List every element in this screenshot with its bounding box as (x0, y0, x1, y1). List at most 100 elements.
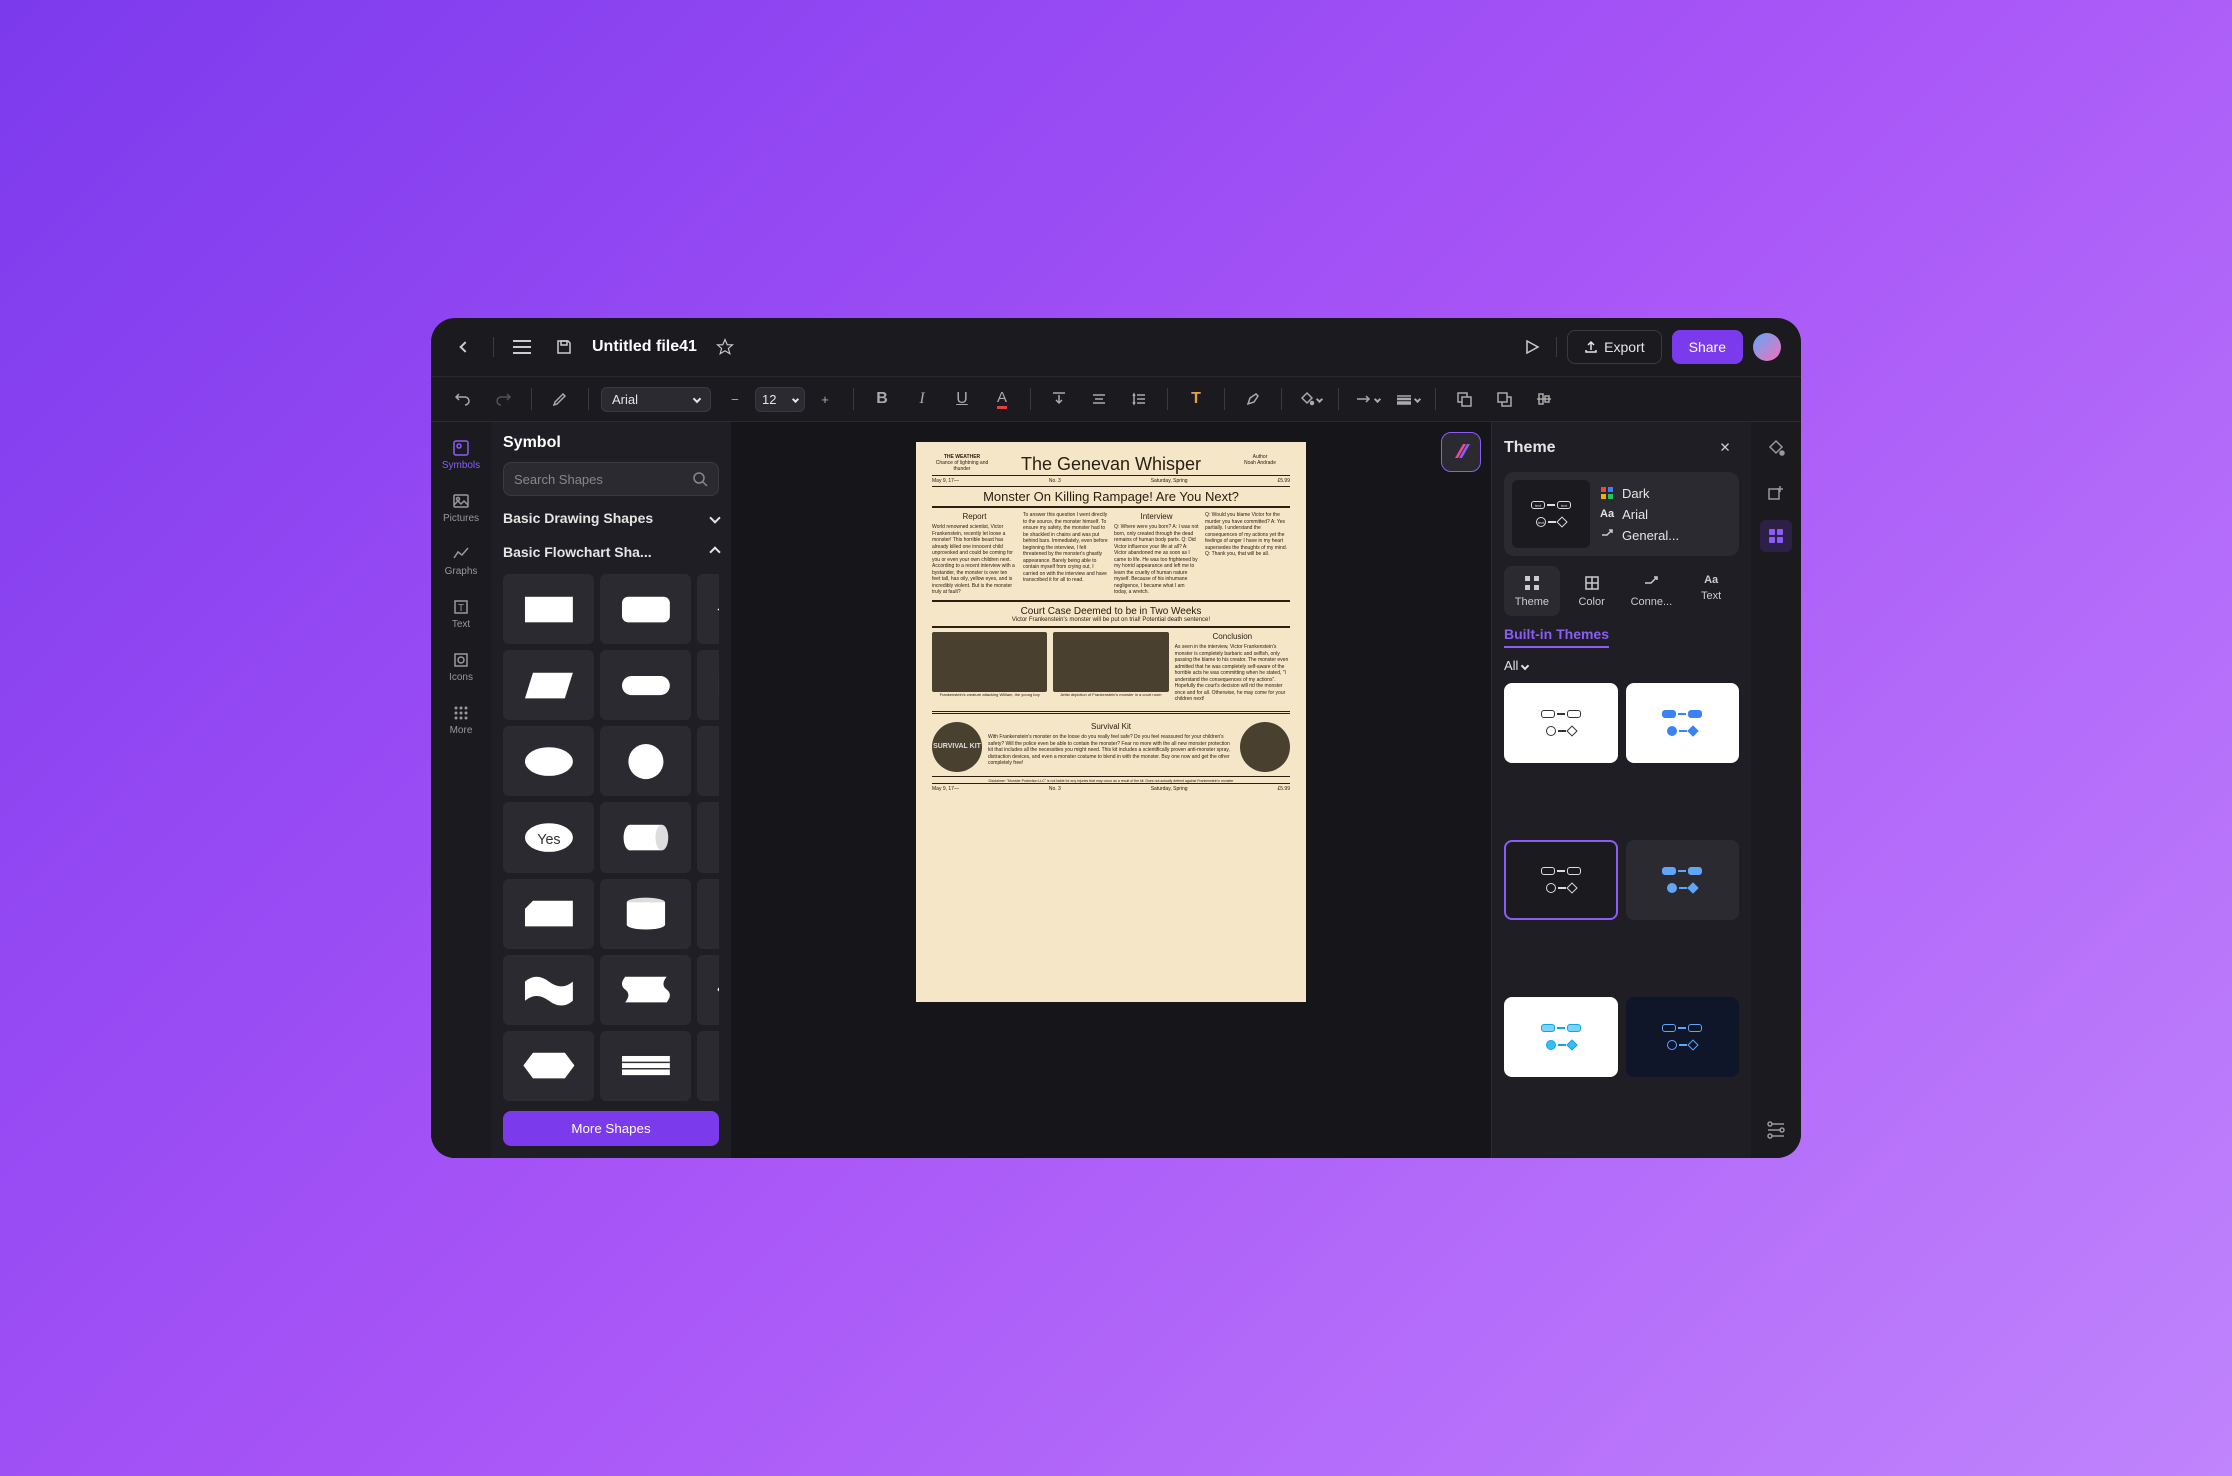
save-icon[interactable] (550, 333, 578, 361)
close-panel-button[interactable]: ✕ (1711, 434, 1739, 462)
shape-preparation[interactable] (503, 1031, 594, 1101)
font-select[interactable]: Arial (601, 387, 711, 412)
category-basic-flowchart[interactable]: Basic Flowchart Sha... (503, 540, 719, 564)
doc-headline: Monster On Killing Rampage! Are You Next… (932, 487, 1290, 508)
line-style-button[interactable] (1391, 383, 1423, 415)
tab-text[interactable]: AaText (1683, 566, 1739, 616)
app-window: Untitled file41 Export Share (431, 318, 1801, 1158)
shape-terminator[interactable] (600, 650, 691, 720)
search-shapes-input[interactable]: Search Shapes (503, 462, 719, 496)
shape-subroutine[interactable] (600, 1031, 691, 1101)
text-tool-button[interactable]: T (1180, 383, 1212, 415)
export-label: Export (1604, 339, 1644, 355)
more-shapes-button[interactable]: More Shapes (503, 1111, 719, 1146)
back-layer-button[interactable] (1488, 383, 1520, 415)
rr-themes[interactable] (1760, 520, 1792, 552)
rail-icons[interactable]: Icons (437, 644, 485, 689)
shape-merge[interactable] (697, 1031, 719, 1101)
theme-connector-prop[interactable]: General... (1600, 528, 1679, 543)
arrow-style-button[interactable] (1351, 383, 1383, 415)
document-page[interactable]: THE WEATHERChance of lightning and thund… (916, 442, 1306, 1002)
theme-color-prop[interactable]: Dark (1600, 486, 1679, 501)
theme-card-3[interactable] (1504, 840, 1618, 920)
shape-person[interactable] (697, 726, 719, 796)
palette-icon (1600, 486, 1614, 500)
font-color-button[interactable]: A (986, 383, 1018, 415)
rr-fill[interactable] (1760, 432, 1792, 464)
star-button[interactable] (711, 333, 739, 361)
rail-pictures[interactable]: Pictures (437, 485, 485, 530)
svg-text:T: T (458, 603, 464, 614)
shape-wave[interactable] (503, 955, 594, 1025)
tab-connector[interactable]: Conne... (1624, 566, 1680, 616)
theme-panel: Theme ✕ texttexttext Dark Aa Arial (1491, 422, 1751, 1158)
shape-parallelogram[interactable] (503, 650, 594, 720)
ai-assistant-button[interactable] (1441, 432, 1481, 472)
chevron-down-icon (709, 512, 720, 523)
shape-ellipse[interactable] (503, 726, 594, 796)
redo-button[interactable] (487, 383, 519, 415)
rail-symbols[interactable]: Symbols (437, 432, 485, 477)
shape-card[interactable] (503, 879, 594, 949)
shape-cylinder-v[interactable] (600, 879, 691, 949)
doc-image-gear (1240, 722, 1290, 772)
shape-decision-yes[interactable]: Yes (503, 802, 594, 872)
shape-tape[interactable] (600, 955, 691, 1025)
doc-image-kit: SURVIVAL KIT (932, 722, 982, 772)
rail-graphs[interactable]: Graphs (437, 538, 485, 583)
symbols-panel: Symbol Search Shapes Basic Drawing Shape… (491, 422, 731, 1158)
svg-text:Yes: Yes (537, 832, 560, 848)
menu-button[interactable] (508, 333, 536, 361)
rail-more[interactable]: More (437, 697, 485, 742)
shape-rect[interactable] (503, 574, 594, 644)
theme-card-4[interactable] (1626, 840, 1740, 920)
italic-button[interactable]: I (906, 383, 938, 415)
play-button[interactable] (1518, 333, 1546, 361)
shape-predefined[interactable] (697, 650, 719, 720)
filename[interactable]: Untitled file41 (592, 338, 697, 356)
theme-card-2[interactable] (1626, 683, 1740, 763)
shape-manual-op[interactable] (697, 879, 719, 949)
canvas[interactable]: THE WEATHERChance of lightning and thund… (731, 422, 1491, 1158)
theme-card-1[interactable] (1504, 683, 1618, 763)
undo-button[interactable] (447, 383, 479, 415)
format-painter-button[interactable] (544, 383, 576, 415)
doc-image-2 (1053, 632, 1168, 692)
share-button[interactable]: Share (1672, 330, 1743, 364)
theme-filter[interactable]: All (1504, 658, 1739, 673)
shape-roundrect[interactable] (600, 574, 691, 644)
bold-button[interactable]: B (866, 383, 898, 415)
rr-insert[interactable] (1760, 476, 1792, 508)
underline-button[interactable]: U (946, 383, 978, 415)
doc-image-1 (932, 632, 1047, 692)
theme-panel-title: Theme (1504, 439, 1556, 457)
tab-theme[interactable]: Theme (1504, 566, 1560, 616)
theme-card-6[interactable] (1626, 997, 1740, 1077)
rail-text[interactable]: T Text (437, 591, 485, 636)
halign-button[interactable] (1083, 383, 1115, 415)
shape-circle[interactable] (600, 726, 691, 796)
export-button[interactable]: Export (1567, 330, 1661, 364)
shape-hexagon[interactable] (697, 955, 719, 1025)
font-size-decrease[interactable]: − (719, 383, 751, 415)
tab-color[interactable]: Color (1564, 566, 1620, 616)
font-size-input[interactable]: 12 (755, 387, 805, 412)
fill-button[interactable] (1294, 383, 1326, 415)
back-button[interactable] (451, 333, 479, 361)
font-size-increase[interactable]: + (809, 383, 841, 415)
theme-font-prop[interactable]: Aa Arial (1600, 507, 1679, 522)
avatar[interactable] (1753, 333, 1781, 361)
pen-button[interactable] (1237, 383, 1269, 415)
rr-settings[interactable] (1760, 1114, 1792, 1146)
category-basic-drawing[interactable]: Basic Drawing Shapes (503, 506, 719, 530)
shape-offpage[interactable] (697, 802, 719, 872)
theme-card-5[interactable] (1504, 997, 1618, 1077)
shape-diamond[interactable] (697, 574, 719, 644)
font-icon: Aa (1600, 508, 1614, 520)
align-objects-button[interactable] (1528, 383, 1560, 415)
line-height-button[interactable] (1123, 383, 1155, 415)
valign-button[interactable] (1043, 383, 1075, 415)
front-button[interactable] (1448, 383, 1480, 415)
connector-icon (1600, 528, 1614, 542)
shape-cylinder-h[interactable] (600, 802, 691, 872)
